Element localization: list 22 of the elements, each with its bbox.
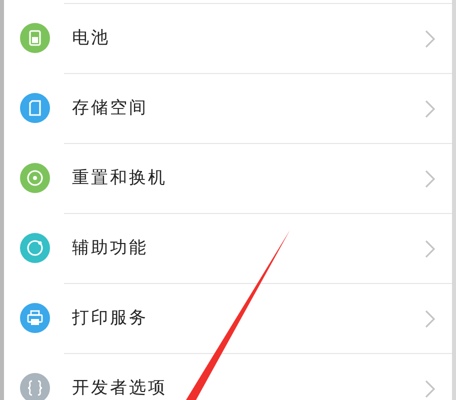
item-label: 存储空间 [72, 99, 148, 118]
chevron-right-icon [424, 238, 436, 258]
refresh-circle-icon [26, 169, 44, 187]
chevron-right-icon [424, 308, 436, 328]
chevron-right-icon [424, 378, 436, 398]
battery-icon [29, 30, 41, 46]
chevron-right-icon [424, 98, 436, 118]
chevron-right-icon [424, 28, 436, 48]
settings-item[interactable]: 重置和换机 [64, 143, 452, 213]
ring-icon [26, 239, 44, 257]
printer-icon [27, 310, 43, 326]
sd-card-icon [29, 100, 41, 116]
chevron-right-icon [424, 168, 436, 188]
item-label: 辅助功能 [72, 239, 148, 258]
item-label: 开发者选项 [72, 379, 167, 398]
settings-item[interactable]: 存储空间 [64, 73, 452, 143]
settings-item[interactable]: 辅助功能 [64, 213, 452, 283]
item-label: 打印服务 [72, 309, 148, 328]
settings-item[interactable]: 电池 [64, 3, 452, 73]
item-label: 电池 [72, 29, 110, 48]
braces-icon [27, 380, 43, 396]
item-label: 重置和换机 [72, 169, 167, 188]
